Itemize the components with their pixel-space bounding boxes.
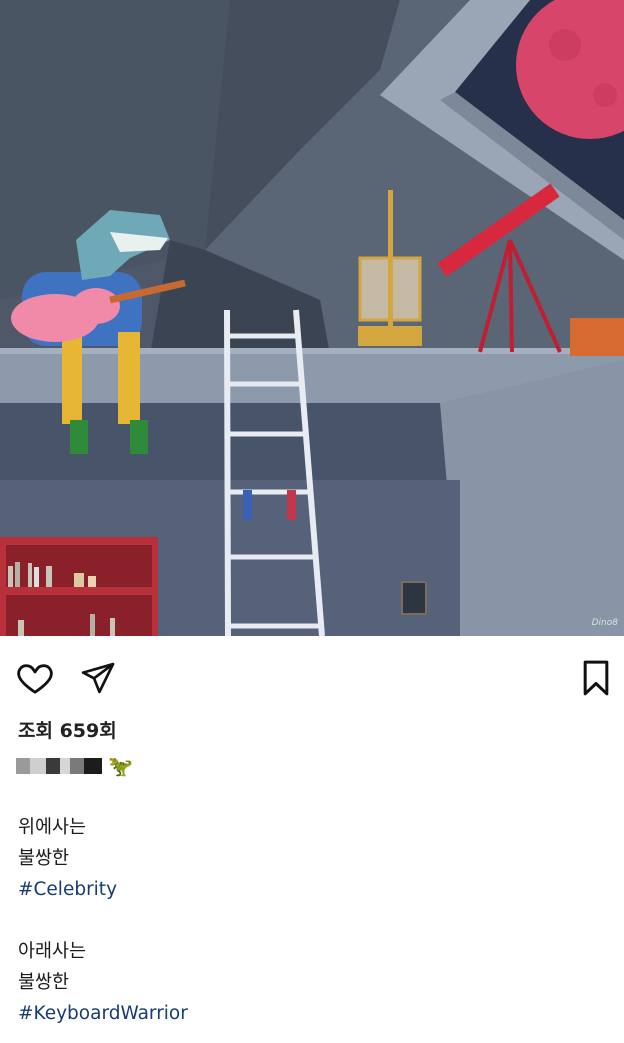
attic-illustration [0, 0, 624, 636]
post-image[interactable]: Dino8 [0, 0, 624, 636]
bookmark-icon [583, 660, 609, 696]
artist-signature: Dino8 [591, 618, 618, 628]
hashtag-link[interactable]: #Celebrity [18, 874, 608, 905]
dinosaur-emoji: 🦖 [108, 754, 133, 778]
paper-plane-icon [81, 662, 115, 694]
caption-line: 불쌍한 [18, 848, 70, 869]
post-action-bar [0, 636, 624, 716]
caption-line: 위에사는 [18, 817, 87, 838]
save-button[interactable] [574, 656, 618, 700]
like-button[interactable] [13, 656, 57, 700]
blurred-username [16, 757, 102, 775]
view-count: 조회 659회 [18, 720, 117, 742]
hashtag-link[interactable]: #KeyboardWarrior [18, 998, 608, 1029]
heart-icon [17, 664, 53, 694]
share-button[interactable] [76, 656, 120, 700]
caption-line: 아래사는 [18, 941, 87, 962]
caption-line: 불쌍한 [18, 972, 70, 993]
post-caption: 위에사는 불쌍한 #Celebrity 아래사는 불쌍한 #KeyboardWa… [18, 812, 608, 1029]
account-name-row[interactable]: 🦖 [16, 752, 133, 780]
